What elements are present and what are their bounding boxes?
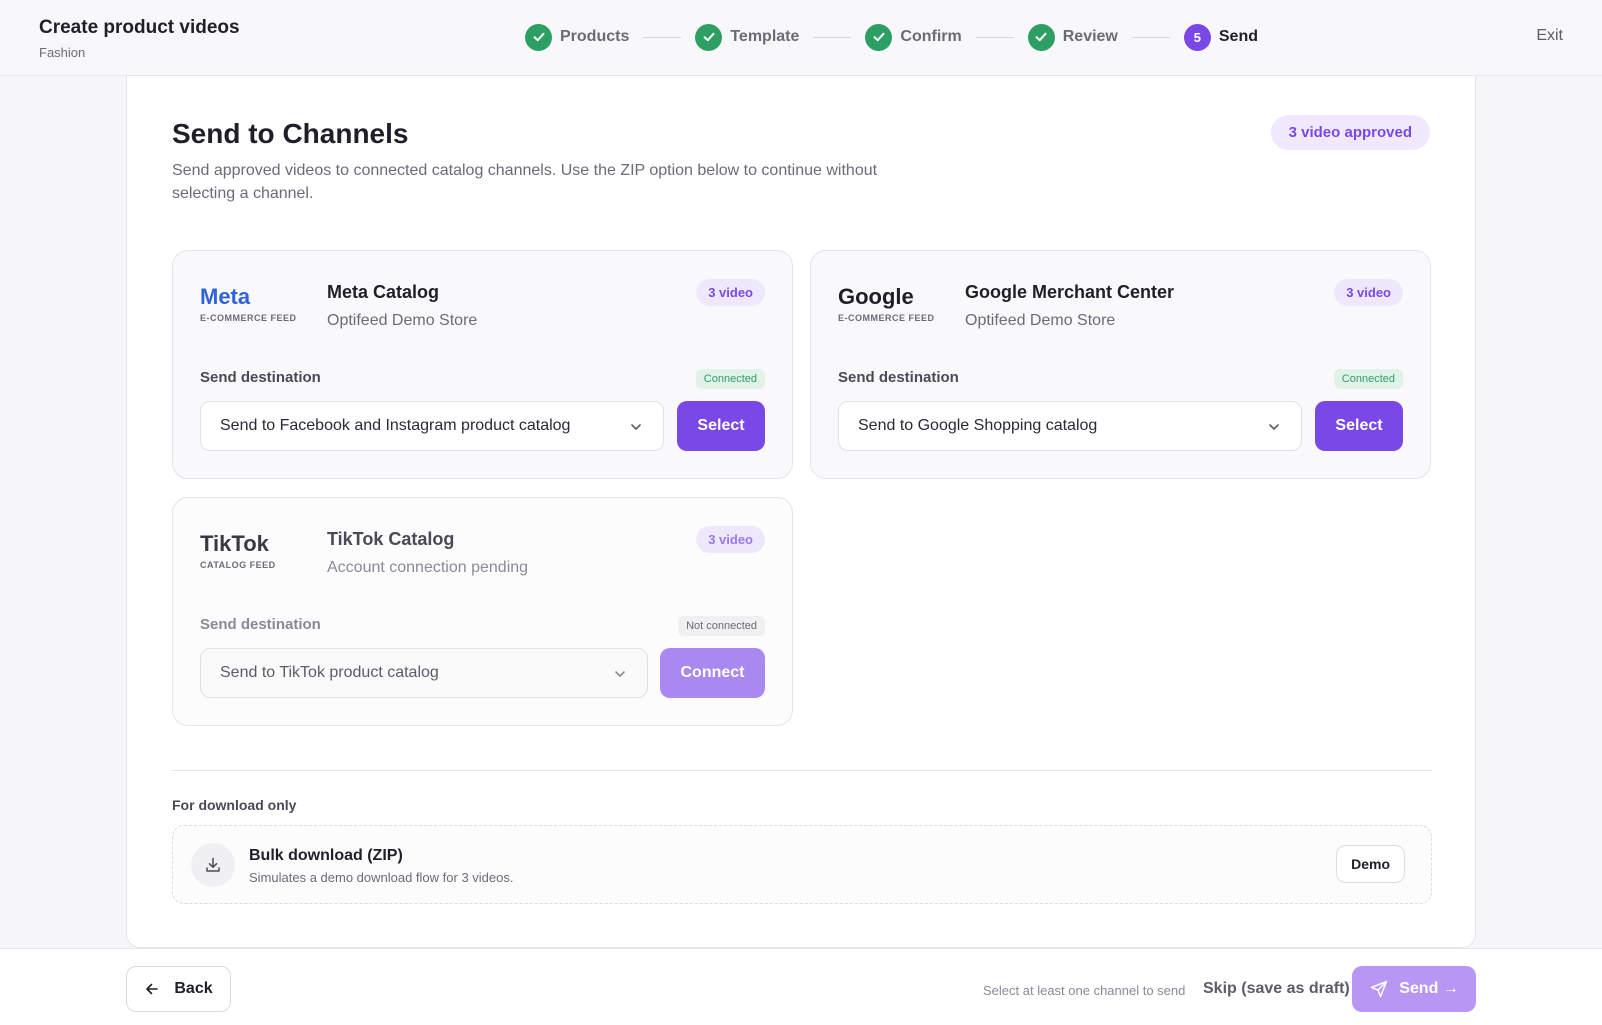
download-section-label: For download only: [172, 797, 297, 813]
google-logo: Google E-COMMERCE FEED: [838, 284, 935, 323]
step-send[interactable]: 5 Send: [1183, 23, 1258, 51]
step-products[interactable]: Products: [525, 23, 630, 51]
destination-value: Send to Facebook and Instagram product c…: [220, 417, 571, 434]
video-count-badge: 3 video: [696, 526, 765, 553]
select-button[interactable]: Select: [677, 401, 765, 451]
download-title: Bulk download (ZIP): [249, 847, 403, 864]
step-number: 5: [1183, 23, 1211, 51]
connect-button[interactable]: Connect: [660, 648, 765, 698]
download-subtitle: Simulates a demo download flow for 3 vid…: [249, 870, 514, 885]
destination-value: Send to TikTok product catalog: [220, 664, 439, 681]
video-count-badge: 3 video: [696, 279, 765, 306]
logo-text: Meta: [200, 284, 251, 309]
check-icon: [865, 23, 893, 51]
step-connector: [1131, 36, 1170, 38]
channel-name: TikTok Catalog: [327, 529, 455, 549]
step-label: Confirm: [900, 28, 962, 45]
channel-account: Optifeed Demo Store: [327, 312, 478, 329]
channel-card-meta: Meta E-COMMERCE FEED Meta Catalog Optife…: [172, 250, 793, 479]
channel-name: Meta Catalog: [327, 282, 440, 302]
section-description: Send approved videos to connected catalo…: [172, 162, 878, 202]
step-label: Products: [560, 28, 630, 45]
send-panel: Send to Channels Send approved videos to…: [126, 76, 1476, 948]
destination-select[interactable]: Send to Google Shopping catalog: [838, 401, 1302, 451]
logo-text: Google: [838, 284, 914, 309]
status-badge: Not connected: [678, 616, 765, 636]
back-button[interactable]: Back: [126, 966, 231, 1012]
chevron-down-icon: [1269, 424, 1279, 430]
tiktok-logo: TikTok CATALOG FEED: [200, 531, 276, 570]
channel-name: Google Merchant Center: [965, 282, 1175, 302]
brand: Create product videos Fashion: [39, 17, 240, 60]
send-hint: Select at least one channel to send: [983, 983, 1186, 998]
check-icon: [525, 23, 552, 51]
destination-select[interactable]: Send to TikTok product catalog: [200, 648, 648, 698]
chevron-down-icon: [631, 424, 641, 430]
stepper: Products Template Confirm Review 5 Send: [525, 23, 1258, 51]
back-label: Back: [174, 980, 213, 997]
destination-select[interactable]: Send to Facebook and Instagram product c…: [200, 401, 664, 451]
logo-subtext: E-COMMERCE FEED: [200, 313, 297, 323]
footer-bar: Back Select at least one channel to send…: [0, 948, 1602, 1025]
skip-button[interactable]: Skip (save as draft): [1203, 980, 1350, 998]
send-label: Send →: [1399, 980, 1459, 997]
destination-label: Send destination: [200, 369, 321, 386]
section-title: Send to Channels: [172, 118, 409, 149]
step-label: Template: [730, 28, 800, 45]
demo-button[interactable]: Demo: [1336, 845, 1405, 883]
step-connector: [975, 36, 1014, 38]
logo-text: TikTok: [200, 531, 269, 556]
bulk-download-option[interactable]: Bulk download (ZIP) Simulates a demo dow…: [172, 825, 1432, 904]
divider: [172, 770, 1432, 771]
logo-subtext: CATALOG FEED: [200, 560, 276, 570]
channel-card-tiktok: TikTok CATALOG FEED TikTok Catalog Accou…: [172, 497, 793, 726]
meta-logo: Meta E-COMMERCE FEED: [200, 284, 297, 323]
video-count-badge: 3 video: [1334, 279, 1403, 306]
step-confirm[interactable]: Confirm: [865, 23, 962, 51]
step-connector: [813, 36, 852, 38]
paper-plane-icon: [1370, 980, 1388, 998]
check-icon: [1027, 23, 1055, 51]
check-icon: [695, 23, 723, 51]
step-template[interactable]: Template: [695, 23, 800, 51]
exit-button[interactable]: Exit: [1536, 27, 1563, 45]
destination-value: Send to Google Shopping catalog: [858, 417, 1098, 434]
select-button[interactable]: Select: [1315, 401, 1403, 451]
page-title: Create product videos: [39, 17, 240, 38]
step-review[interactable]: Review: [1027, 23, 1118, 51]
destination-label: Send destination: [838, 369, 959, 386]
send-button[interactable]: Send →: [1352, 966, 1476, 1012]
channel-card-google: Google E-COMMERCE FEED Google Merchant C…: [810, 250, 1431, 479]
destination-label: Send destination: [200, 616, 321, 633]
status-badge: Connected: [695, 369, 765, 389]
status-badge: Connected: [1333, 369, 1403, 389]
channel-account: Account connection pending: [327, 559, 529, 576]
download-icon: [191, 843, 235, 887]
logo-subtext: E-COMMERCE FEED: [838, 313, 935, 323]
step-label: Review: [1062, 28, 1118, 45]
step-connector: [643, 36, 682, 38]
approved-badge: 3 video approved: [1270, 115, 1430, 150]
page-subtitle: Fashion: [39, 45, 86, 60]
chevron-down-icon: [615, 671, 625, 677]
step-label: Send: [1218, 28, 1258, 45]
top-bar: Create product videos Fashion Products T…: [0, 0, 1602, 76]
arrow-left-icon: [146, 983, 159, 995]
channel-account: Optifeed Demo Store: [965, 312, 1116, 329]
